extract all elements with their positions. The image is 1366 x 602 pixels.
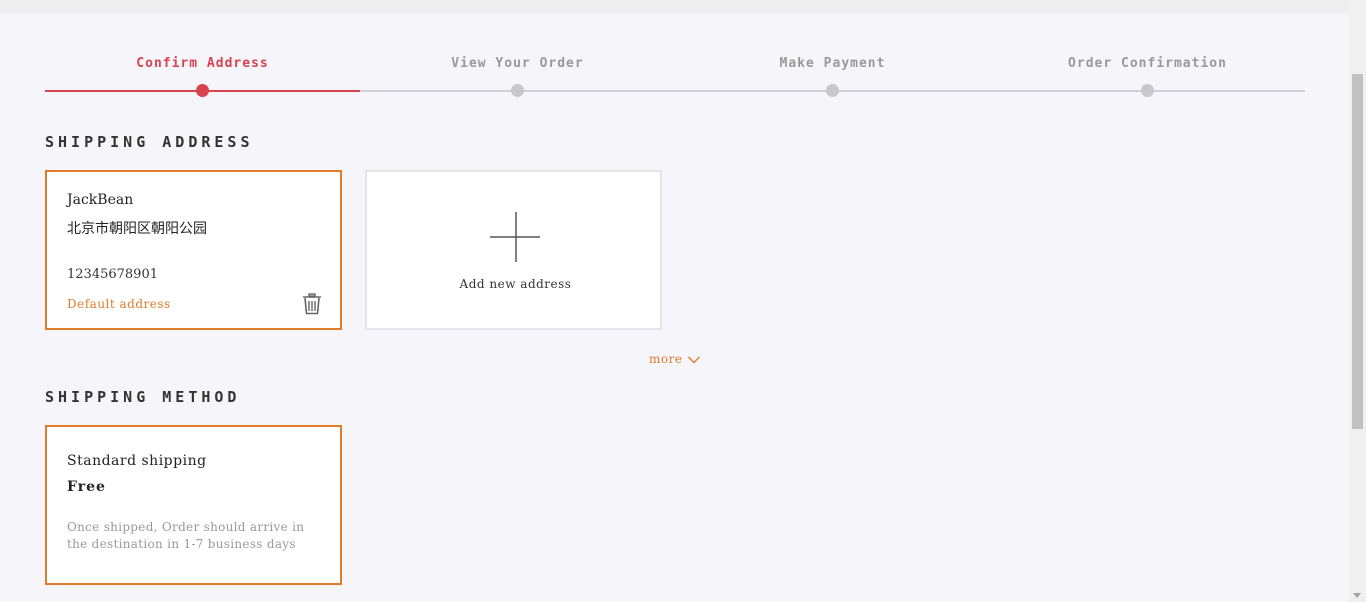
shipping-option-price: Free [67,479,106,495]
address-recipient-name: JackBean [67,192,134,208]
shipping-option-name: Standard shipping [67,453,207,469]
step-label: Order Confirmation [1068,56,1227,71]
step-order-confirmation[interactable]: Order Confirmation [990,40,1305,100]
step-view-your-order[interactable]: View Your Order [360,40,675,100]
scrollbar-thumb[interactable] [1352,74,1363,429]
top-strip [0,0,1366,14]
step-label: Make Payment [779,56,886,71]
add-address-label: Add new address [459,277,572,291]
step-confirm-address[interactable]: Confirm Address [45,40,360,100]
vertical-scrollbar[interactable] [1349,0,1366,602]
address-phone: 12345678901 [67,267,158,282]
step-dot [196,84,209,97]
scroll-down-arrow-icon[interactable] [1353,593,1361,598]
plus-icon [490,212,540,262]
default-address-badge: Default address [67,297,171,311]
step-dot [511,84,524,97]
step-dot [826,84,839,97]
step-label: Confirm Address [136,56,269,71]
checkout-stepper: Confirm Address View Your Order Make Pay… [45,40,1305,100]
shipping-method-title: SHIPPING METHOD [45,388,241,406]
step-label: View Your Order [451,56,584,71]
address-card-selected[interactable]: JackBean 北京市朝阳区朝阳公园 12345678901 Default … [45,170,342,330]
more-addresses-link[interactable]: more [649,352,701,366]
more-label: more [649,352,683,366]
shipping-option-description: Once shipped, Order should arrive in the… [67,520,305,551]
trash-icon[interactable] [302,293,322,315]
step-dot [1141,84,1154,97]
shipping-option-card[interactable]: Standard shipping Free Once shipped, Ord… [45,425,342,585]
add-address-card[interactable]: Add new address [365,170,662,330]
chevron-down-icon [688,356,701,363]
step-make-payment[interactable]: Make Payment [675,40,990,100]
address-line: 北京市朝阳区朝阳公园 [67,221,207,237]
shipping-address-title: SHIPPING ADDRESS [45,133,254,151]
